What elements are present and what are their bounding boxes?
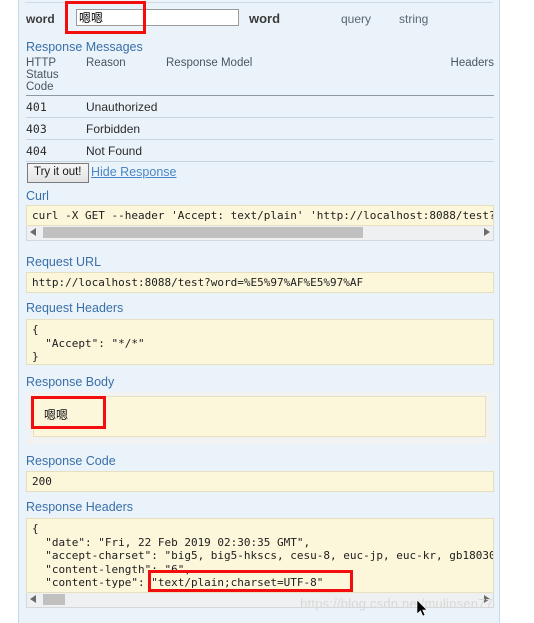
watermark-text: https://blog.csdn.net/mulinsen77 xyxy=(300,596,493,611)
hide-response-link[interactable]: Hide Response xyxy=(91,165,176,179)
scrollbar-thumb[interactable] xyxy=(43,594,65,605)
response-messages-table: HTTP Status Code Reason Response Model H… xyxy=(26,57,494,162)
parameter-row: word word query string xyxy=(19,6,499,38)
request-headers-value: { "Accept": "*/*" } xyxy=(26,319,494,365)
response-model-cell xyxy=(166,139,396,162)
table-row: 401 Unauthorized xyxy=(26,95,494,118)
response-model-cell xyxy=(166,95,396,118)
swagger-operation-panel: word word query string Response Messages… xyxy=(18,0,500,623)
curl-command: curl -X GET --header 'Accept: text/plain… xyxy=(26,205,494,226)
response-headers-heading: Response Headers xyxy=(26,500,134,514)
reason-cell: Forbidden xyxy=(86,117,166,140)
parameter-data-type: string xyxy=(399,12,429,26)
scroll-left-arrow-icon[interactable] xyxy=(30,228,36,236)
response-body-heading: Response Body xyxy=(26,375,115,389)
table-row: 404 Not Found xyxy=(26,139,494,162)
response-model-cell xyxy=(166,117,396,140)
headers-cell xyxy=(396,95,494,118)
table-header-row: HTTP Status Code Reason Response Model H… xyxy=(26,57,494,96)
scroll-right-arrow-icon[interactable] xyxy=(484,228,490,236)
status-code-cell: 403 xyxy=(26,117,86,140)
headers-cell xyxy=(396,117,494,140)
parameter-description: word xyxy=(249,11,281,26)
response-headers-value: { "date": "Fri, 22 Feb 2019 02:30:35 GMT… xyxy=(26,518,494,593)
reason-cell: Unauthorized xyxy=(86,95,166,118)
response-code-value: 200 xyxy=(26,471,494,492)
try-it-out-button[interactable]: Try it out! xyxy=(27,163,89,183)
status-code-cell: 404 xyxy=(26,139,86,162)
parameter-name-label: word xyxy=(26,12,55,26)
request-url-heading: Request URL xyxy=(26,255,102,269)
scroll-left-arrow-icon[interactable] xyxy=(30,595,36,603)
request-url-value: http://localhost:8088/test?word=%E5%97%A… xyxy=(26,272,494,293)
status-code-cell: 401 xyxy=(26,95,86,118)
column-header-response-model: Response Model xyxy=(166,57,396,96)
request-headers-heading: Request Headers xyxy=(26,301,124,315)
response-messages-heading: Response Messages xyxy=(26,40,143,54)
column-header-reason: Reason xyxy=(86,57,166,96)
curl-horizontal-scrollbar[interactable] xyxy=(26,226,494,241)
headers-cell xyxy=(396,139,494,162)
parameter-type: query xyxy=(341,12,372,26)
word-input[interactable] xyxy=(76,9,239,26)
response-body-container: 嗯嗯 xyxy=(26,392,494,444)
table-row: 403 Forbidden xyxy=(26,117,494,140)
column-header-status-code: HTTP Status Code xyxy=(26,57,86,96)
column-header-headers: Headers xyxy=(396,57,494,96)
reason-cell: Not Found xyxy=(86,139,166,162)
curl-heading: Curl xyxy=(26,189,49,203)
top-divider xyxy=(25,2,493,3)
scrollbar-thumb[interactable] xyxy=(43,227,363,238)
response-code-heading: Response Code xyxy=(26,454,116,468)
response-body-value: 嗯嗯 xyxy=(33,396,486,437)
